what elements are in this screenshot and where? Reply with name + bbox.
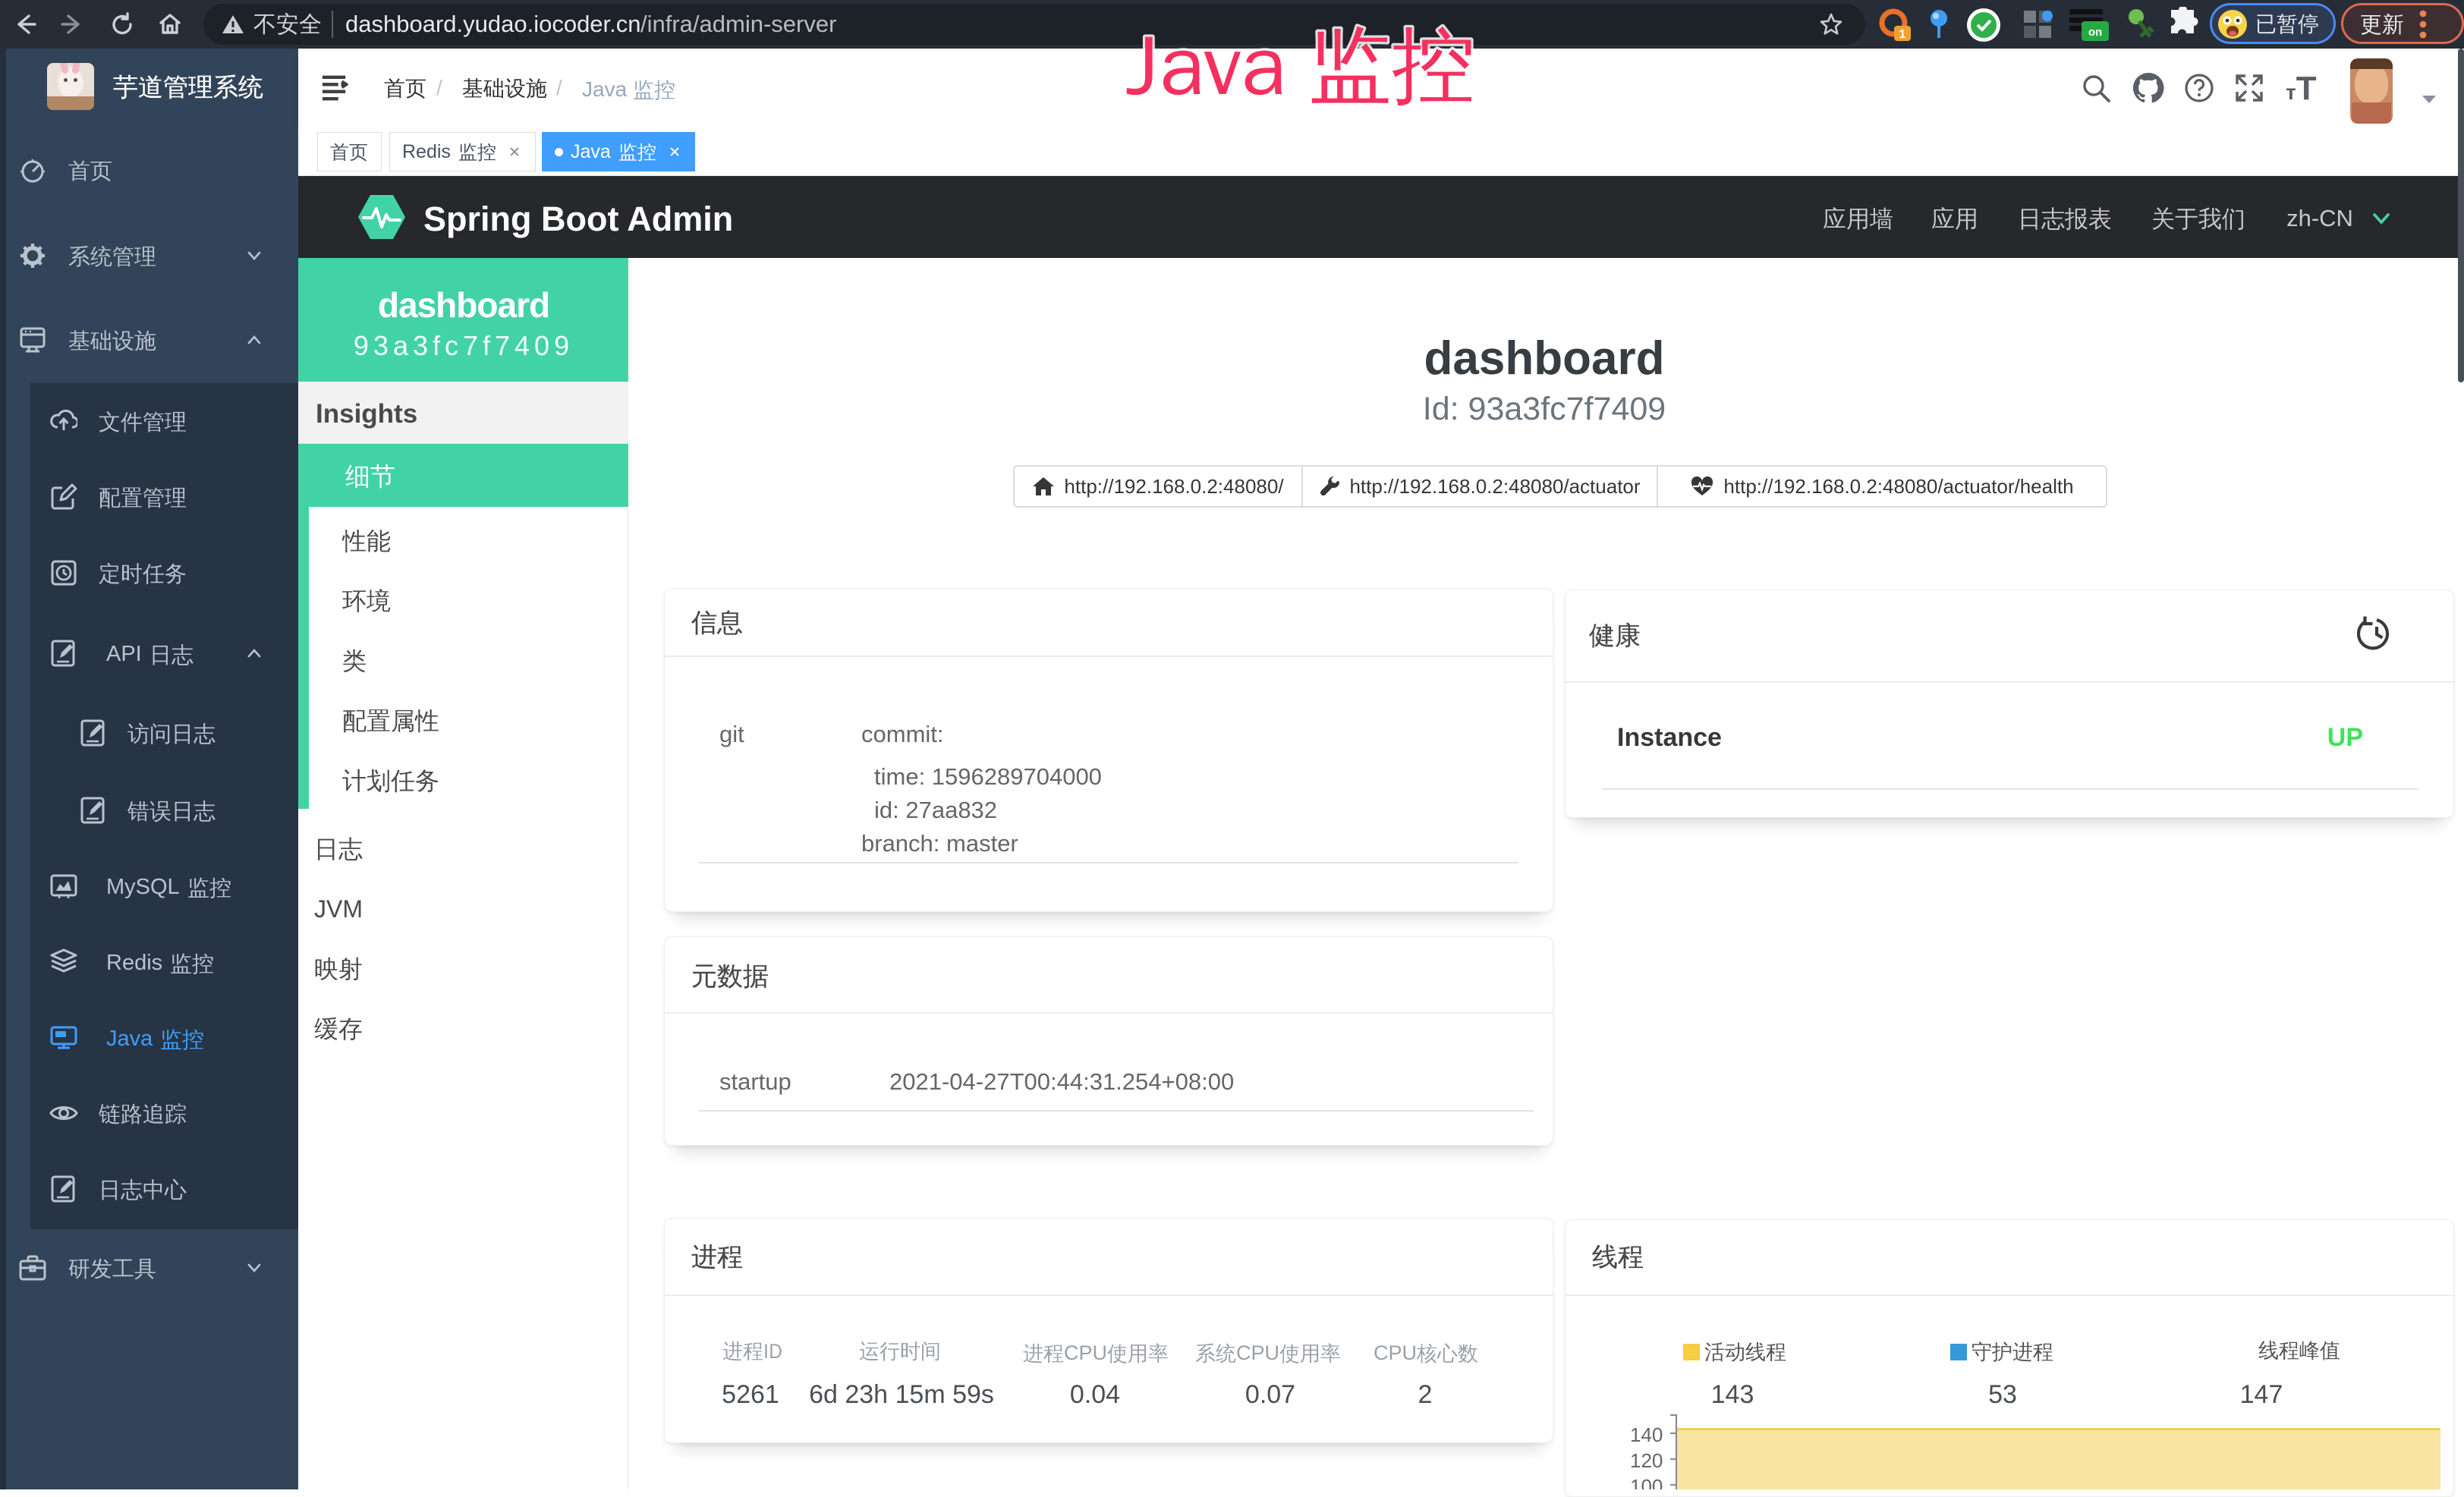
svg-text:1: 1 bbox=[1899, 28, 1906, 41]
svg-text:on: on bbox=[2088, 26, 2102, 39]
